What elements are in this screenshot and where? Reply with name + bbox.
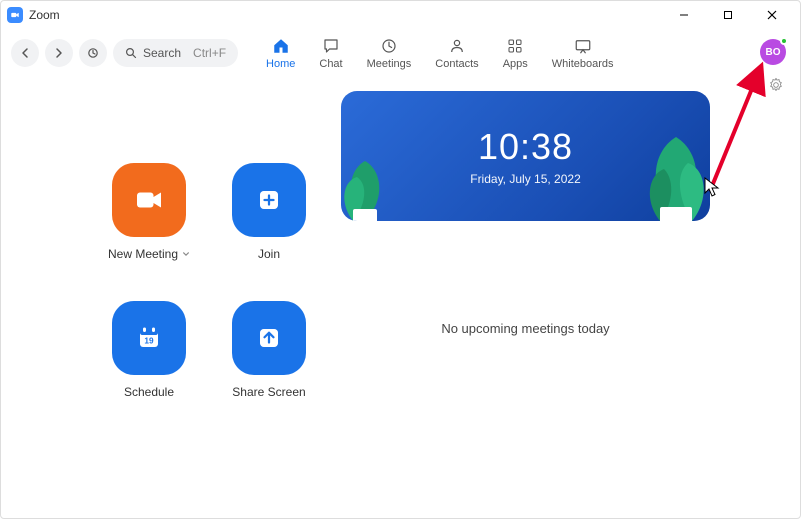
action-label: Join — [258, 247, 280, 261]
clock-icon — [379, 36, 399, 56]
action-label: Share Screen — [232, 385, 305, 399]
tab-home[interactable]: Home — [266, 36, 295, 70]
tab-label: Apps — [503, 58, 528, 70]
video-icon — [131, 182, 167, 218]
maximize-button[interactable] — [706, 1, 750, 29]
chat-icon — [321, 36, 341, 56]
forward-button[interactable] — [45, 39, 73, 67]
join-button[interactable]: Join — [221, 163, 317, 261]
plant-decoration-icon — [341, 131, 395, 221]
plus-icon — [251, 182, 287, 218]
avatar[interactable]: BO — [760, 39, 786, 65]
toolbar: Search Ctrl+F Home Chat Meetings Conta — [1, 29, 800, 77]
gear-icon — [768, 77, 784, 93]
side-panel: 10:38 Friday, July 15, 2022 No upcoming … — [341, 91, 780, 508]
tab-label: Chat — [319, 58, 342, 70]
close-button[interactable] — [750, 1, 794, 29]
clock-date: Friday, July 15, 2022 — [470, 172, 581, 186]
home-icon — [271, 36, 291, 56]
schedule-button[interactable]: 19 Schedule — [101, 301, 197, 399]
search-hint: Ctrl+F — [193, 46, 226, 60]
share-screen-button[interactable]: Share Screen — [221, 301, 317, 399]
apps-icon — [505, 36, 525, 56]
clock-hero: 10:38 Friday, July 15, 2022 — [341, 91, 710, 221]
tab-apps[interactable]: Apps — [503, 36, 528, 70]
share-up-icon — [251, 320, 287, 356]
tab-label: Home — [266, 58, 295, 70]
svg-text:19: 19 — [144, 336, 154, 345]
tab-whiteboards[interactable]: Whiteboards — [552, 36, 614, 70]
plant-decoration-icon — [636, 111, 710, 221]
search-icon — [125, 47, 137, 59]
tab-label: Whiteboards — [552, 58, 614, 70]
clock-time: 10:38 — [478, 126, 573, 168]
action-label: New Meeting — [108, 247, 178, 261]
actions-panel: New Meeting Join 19 — [21, 91, 321, 508]
search-input[interactable]: Search Ctrl+F — [113, 39, 238, 67]
history-button[interactable] — [79, 39, 107, 67]
action-label: Schedule — [124, 385, 174, 399]
main-content: New Meeting Join 19 — [1, 91, 800, 508]
tab-contacts[interactable]: Contacts — [435, 36, 478, 70]
new-meeting-button[interactable]: New Meeting — [101, 163, 197, 261]
whiteboard-icon — [573, 36, 593, 56]
settings-button[interactable] — [768, 77, 784, 98]
avatar-initials: BO — [766, 47, 781, 58]
minimize-button[interactable] — [662, 1, 706, 29]
tab-meetings[interactable]: Meetings — [367, 36, 412, 70]
tab-chat[interactable]: Chat — [319, 36, 342, 70]
contacts-icon — [447, 36, 467, 56]
tab-label: Meetings — [367, 58, 412, 70]
tab-label: Contacts — [435, 58, 478, 70]
zoom-logo-icon — [7, 7, 23, 23]
chevron-down-icon[interactable] — [182, 247, 190, 261]
presence-dot — [780, 37, 788, 45]
no-meetings-text: No upcoming meetings today — [341, 321, 710, 336]
calendar-icon: 19 — [131, 320, 167, 356]
back-button[interactable] — [11, 39, 39, 67]
search-label: Search — [143, 46, 181, 60]
titlebar: Zoom — [1, 1, 800, 29]
nav-tabs: Home Chat Meetings Contacts Apps — [266, 36, 614, 70]
app-title: Zoom — [29, 8, 60, 22]
window-controls — [662, 1, 794, 29]
